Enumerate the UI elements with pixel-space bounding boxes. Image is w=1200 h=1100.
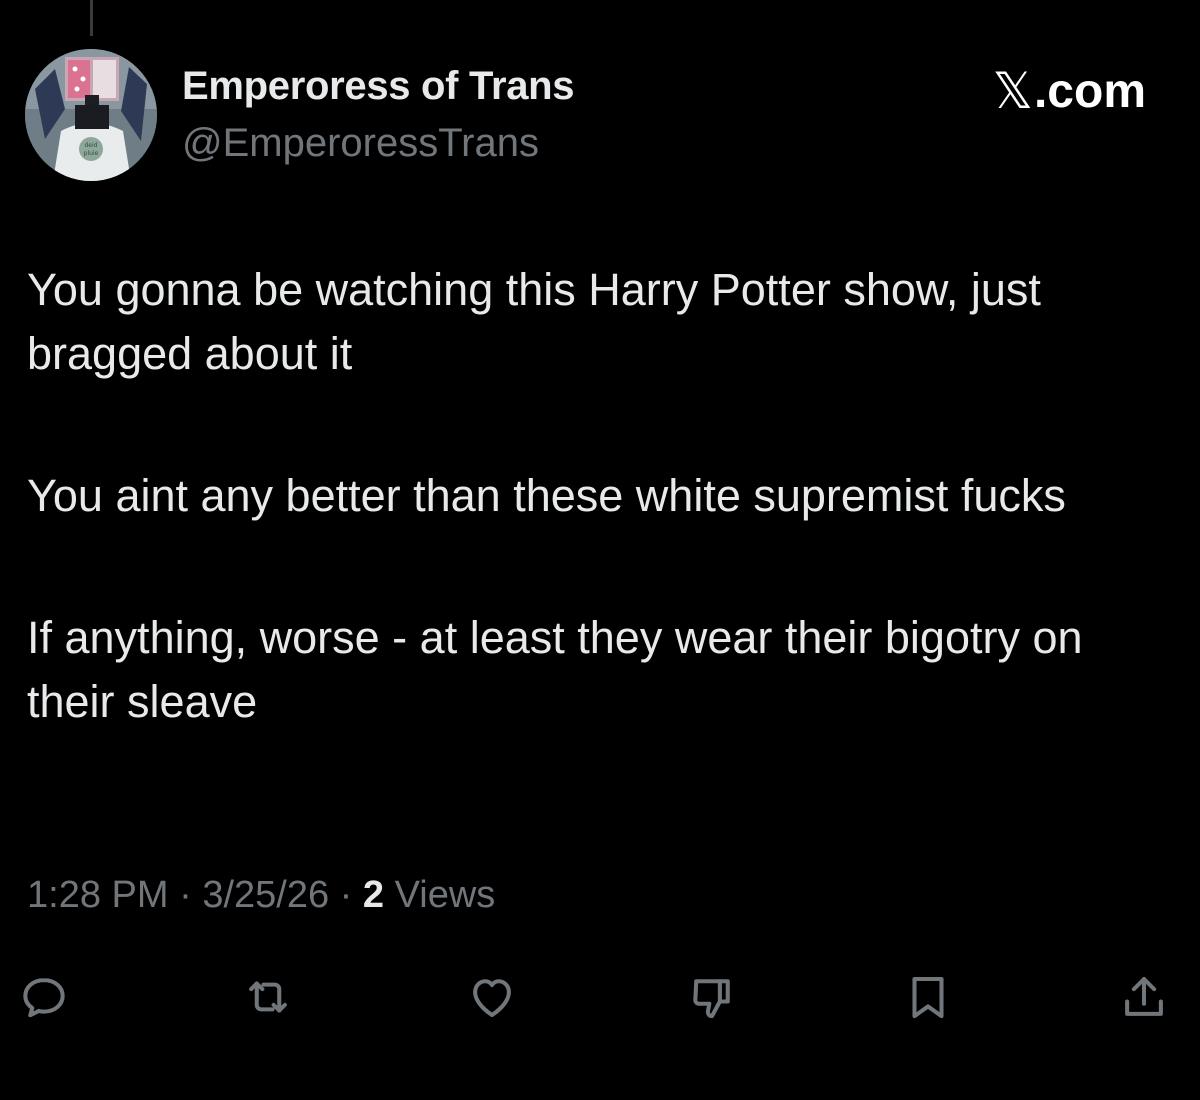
reply-button[interactable] [12, 965, 76, 1029]
tweet-paragraph: You gonna be watching this Harry Potter … [27, 264, 1041, 379]
x-logo: 𝕏 .com [993, 62, 1146, 120]
reply-icon [23, 978, 65, 1018]
tweet-paragraph: If anything, worse - at least they wear … [27, 612, 1083, 727]
svg-text:deid: deid [85, 142, 98, 149]
views-count: 2 [362, 874, 385, 916]
views-label: Views [384, 874, 496, 916]
meta-separator: · [329, 874, 363, 916]
share-button[interactable] [1112, 965, 1176, 1029]
share-icon [1125, 976, 1163, 1016]
author-handle[interactable]: @EmperoressTrans [182, 121, 539, 166]
thread-connector-line [90, 0, 93, 36]
x-logo-mark: 𝕏 [992, 63, 1033, 119]
downvote-button[interactable] [680, 965, 744, 1029]
tweet-date[interactable]: 3/25/26 [202, 874, 329, 916]
avatar[interactable]: deid pluie [25, 49, 157, 181]
meta-separator: · [168, 874, 203, 916]
bookmark-button[interactable] [896, 965, 960, 1029]
like-button[interactable] [460, 965, 524, 1029]
heart-icon [473, 979, 511, 1018]
tweet-text: You gonna be watching this Harry Potter … [27, 258, 1177, 734]
x-logo-text: .com [1033, 64, 1146, 118]
tweet-time[interactable]: 1:28 PM [27, 874, 169, 916]
tweet-paragraph: You aint any better than these white sup… [27, 470, 1066, 521]
retweet-button[interactable] [236, 965, 300, 1029]
avatar-anime-character-icon: deid pluie [25, 49, 157, 181]
bookmark-icon [912, 976, 944, 1019]
action-bar [0, 965, 1200, 1035]
retweet-icon [249, 981, 287, 1013]
thumbs-down-icon [693, 979, 730, 1019]
tweet-metadata: 1:28 PM · 3/25/26 · 2 Views [27, 874, 495, 917]
author-display-name[interactable]: Emperoress of Trans [182, 64, 575, 109]
svg-text:pluie: pluie [84, 150, 99, 157]
